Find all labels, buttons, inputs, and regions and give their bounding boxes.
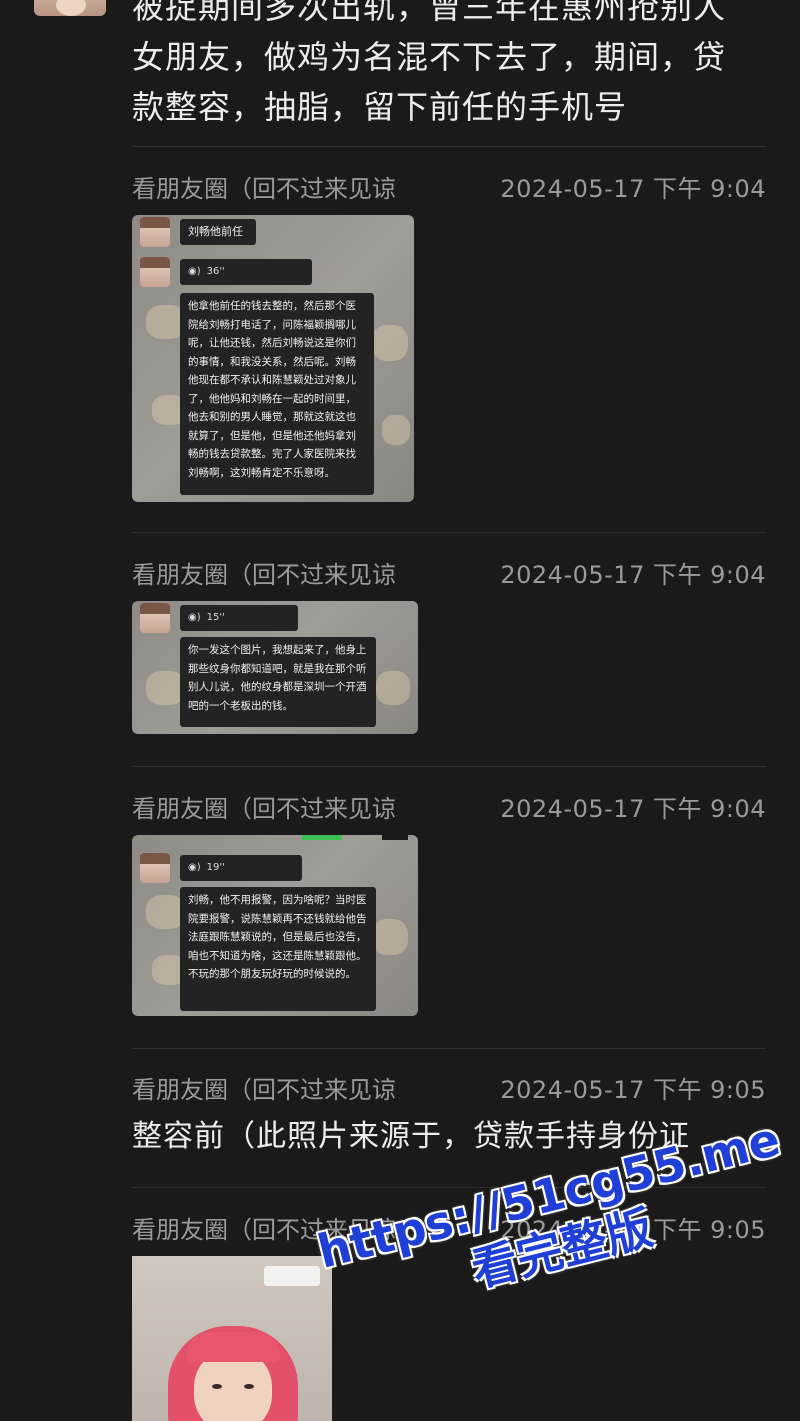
chat-history-page: 被捉期间多次出轨，曾三年在惠州抢别人女朋友，做鸡为名混不下去了，期间，贷款整容，… — [0, 0, 800, 1421]
sender-name: 看朋友圈（回不过来见谅 — [132, 561, 396, 589]
voice-transcript: 他拿他前任的钱去整的，然后那个医院给刘畅打电话了，问陈福颖搁哪儿呢，让他还钱，然… — [180, 293, 374, 495]
divider — [132, 766, 766, 767]
divider — [132, 532, 766, 533]
voice-wave-icon: ◉) — [188, 612, 201, 623]
message-time: 2024-05-17 下午 9:04 — [500, 175, 766, 203]
voice-duration: 19'' — [206, 862, 225, 873]
divider — [132, 1048, 766, 1049]
message-time: 2024-05-17 下午 9:04 — [500, 795, 766, 823]
message-text: 被捉期间多次出轨，曾三年在惠州抢别人女朋友，做鸡为名混不下去了，期间，贷款整容，… — [132, 0, 727, 126]
voice-duration: 15'' — [206, 612, 225, 623]
chat-message: 看朋友圈（回不过来见谅 2024-05-17 下午 9:04 ◉) 15'' 你一… — [132, 558, 766, 734]
avatar — [140, 257, 170, 287]
voice-transcript: 刘畅，他不用报警，因为啥呢？当时医院要报警，说陈慧颖再不还钱就给他告法庭跟陈慧颖… — [180, 887, 376, 1011]
voice-message[interactable]: ◉) 15'' — [180, 605, 298, 631]
screenshot-image[interactable]: 刘畅他前任 ◉) 36'' 他拿他前任的钱去整的，然后那个医院给刘畅打电话了，问陈… — [132, 215, 414, 502]
divider — [132, 146, 766, 147]
sender-name: 看朋友圈（回不过来见谅 — [132, 175, 396, 203]
chat-bubble: 刘畅他前任 — [180, 219, 256, 245]
voice-wave-icon: ◉) — [188, 862, 201, 873]
message-time: 2024-05-17 下午 9:05 — [500, 1076, 766, 1104]
voice-message[interactable]: ◉) 19'' — [180, 855, 302, 881]
voice-wave-icon: ◉) — [188, 266, 201, 277]
voice-message[interactable]: ◉) 36'' — [180, 259, 312, 285]
sender-name: 看朋友圈（回不过来见谅 — [132, 1076, 396, 1104]
message-time: 2024-05-17 下午 9:04 — [500, 561, 766, 589]
voice-transcript: 你一发这个图片，我想起来了，他身上那些纹身你都知道吧，就是我在那个听别人儿说，他… — [180, 637, 376, 727]
screenshot-image[interactable]: ◉) 15'' 你一发这个图片，我想起来了，他身上那些纹身你都知道吧，就是我在那个… — [132, 601, 418, 734]
chat-message: 看朋友圈（回不过来见谅 2024-05-17 下午 9:04 ◉) 19'' 刘畅… — [132, 792, 766, 1016]
avatar — [140, 853, 170, 883]
avatar — [140, 217, 170, 247]
screenshot-image[interactable]: ◉) 19'' 刘畅，他不用报警，因为啥呢？当时医院要报警，说陈慧颖再不还钱就给他… — [132, 835, 418, 1016]
sender-avatar[interactable] — [34, 0, 106, 16]
avatar — [140, 603, 170, 633]
sender-name: 看朋友圈（回不过来见谅 — [132, 795, 396, 823]
chat-message: 看朋友圈（回不过来见谅 2024-05-17 下午 9:04 刘畅他前任 ◉) 3… — [132, 172, 766, 502]
voice-duration: 36'' — [206, 266, 225, 277]
